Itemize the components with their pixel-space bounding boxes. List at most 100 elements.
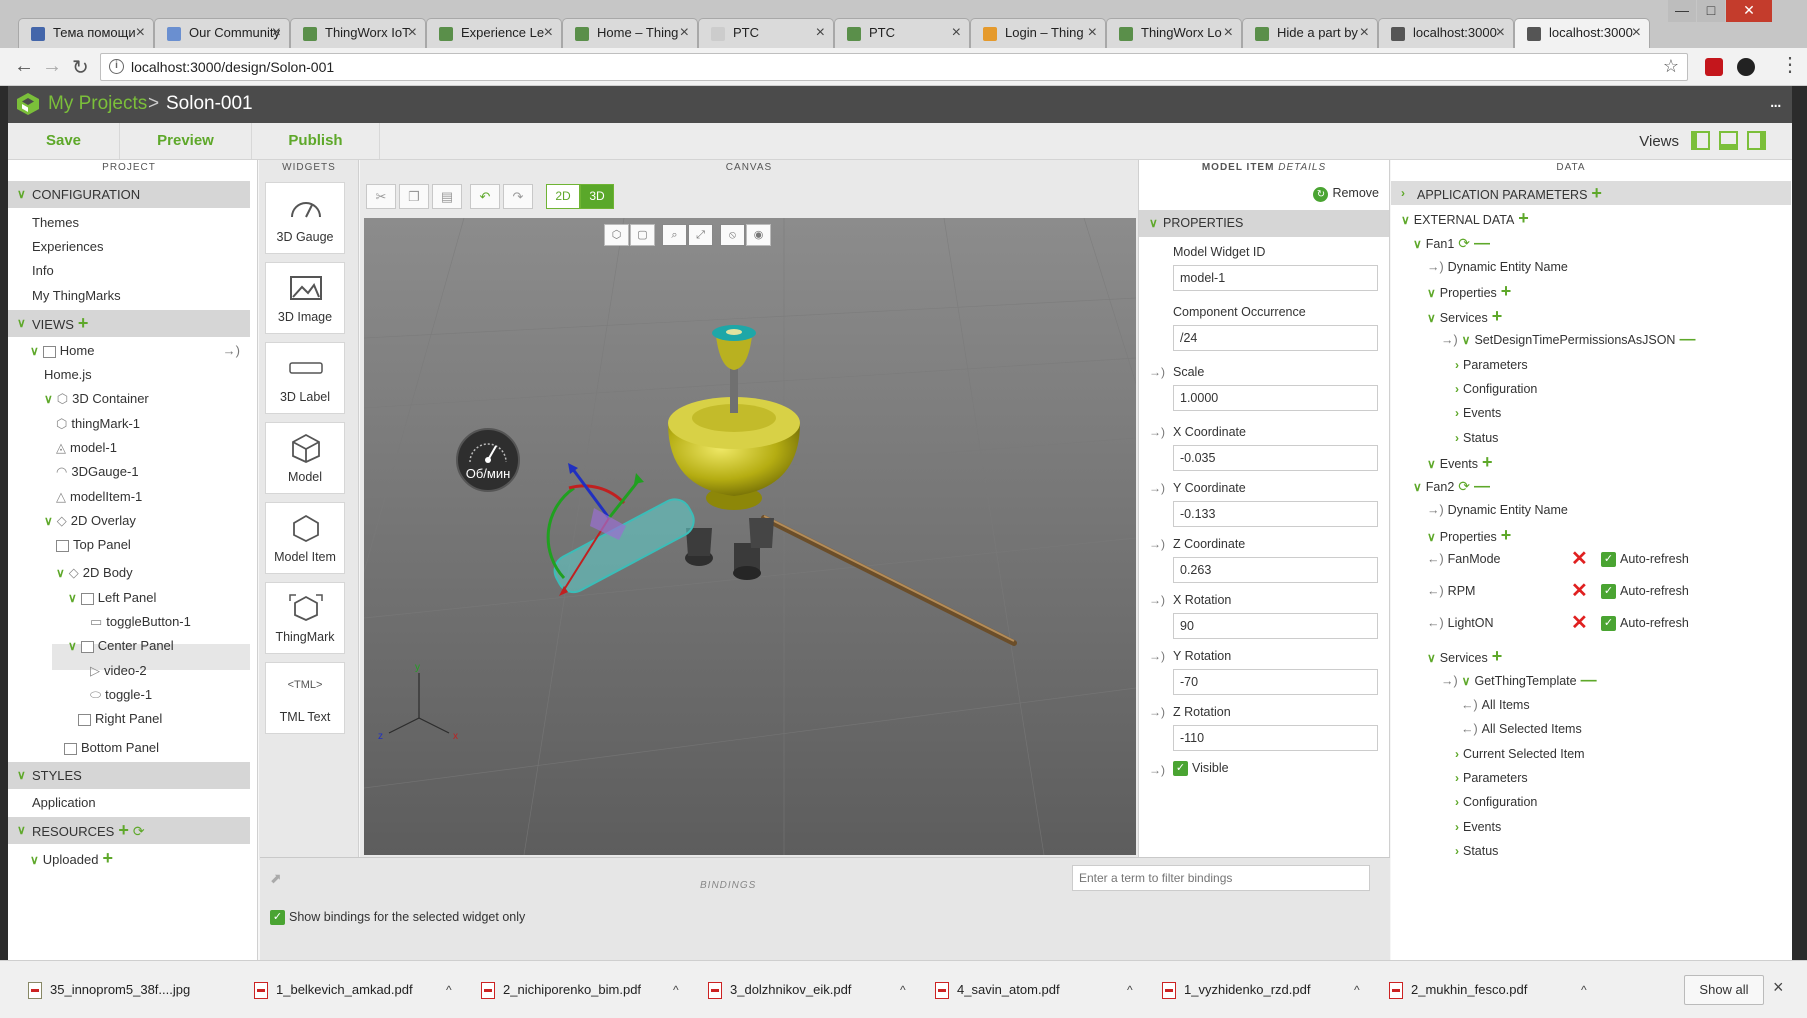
add-service-icon[interactable]: + — [1492, 306, 1503, 326]
tree-item-video-2[interactable]: ▷ video-2 — [90, 661, 147, 681]
profile-extension-icon[interactable] — [1737, 58, 1755, 76]
browser-tab[interactable]: PTC × — [698, 18, 834, 48]
close-download-bar-icon[interactable]: × — [1773, 977, 1784, 998]
browser-tab[interactable]: ThingWorx Lo × — [1106, 18, 1242, 48]
service-parameters[interactable]: › Parameters — [1455, 355, 1528, 375]
view-right-panel-icon[interactable] — [1747, 131, 1766, 150]
paste-icon[interactable]: ▤ — [432, 184, 462, 209]
add-property-icon[interactable]: + — [1501, 525, 1512, 545]
bind-arrow-icon[interactable]: →) — [1149, 537, 1165, 551]
delete-property-icon[interactable]: ✕ — [1571, 549, 1588, 569]
minimize-button[interactable]: — — [1668, 0, 1696, 22]
fan1-dynamic-entity-name[interactable]: →) Dynamic Entity Name — [1427, 257, 1568, 277]
chevron-up-icon[interactable]: ^ — [1127, 976, 1133, 1004]
cut-icon[interactable]: ✂ — [366, 184, 396, 209]
tree-item-left-panel[interactable]: ∨ Left Panel — [68, 588, 156, 608]
tree-item-uploaded[interactable]: ∨ Uploaded + — [30, 848, 113, 868]
download-item[interactable]: 2_mukhin_fesco.pdf ^ — [1389, 976, 1599, 1004]
bind-arrow-icon[interactable]: →) — [1149, 481, 1165, 495]
fan1-properties[interactable]: ∨ Properties + — [1427, 281, 1511, 301]
show-all-downloads-button[interactable]: Show all — [1684, 975, 1764, 1005]
bookmark-star-icon[interactable]: ☆ — [1663, 56, 1679, 77]
add-parameter-icon[interactable]: + — [1591, 183, 1602, 203]
browser-tab[interactable]: Home – Thing × — [562, 18, 698, 48]
chevron-up-icon[interactable]: ^ — [1354, 976, 1360, 1004]
tree-item-experiences[interactable]: Experiences — [32, 237, 104, 257]
auto-refresh-checkbox[interactable]: ✓ Auto-refresh — [1601, 550, 1689, 568]
zoom-extents-icon[interactable]: ⌕ — [662, 224, 687, 246]
service-configuration[interactable]: › Configuration — [1455, 379, 1537, 399]
expand-bindings-icon[interactable]: ⬈ — [270, 870, 282, 887]
zoom-selected-icon[interactable]: ⤢ — [688, 224, 713, 246]
more-menu-icon[interactable]: ... — [1769, 90, 1782, 113]
download-item[interactable]: 3_dolzhnikov_eik.pdf ^ — [708, 976, 918, 1004]
views-section[interactable]: ∨ VIEWS + — [8, 310, 250, 337]
service-status[interactable]: › Status — [1455, 841, 1498, 861]
tree-item-info[interactable]: Info — [32, 261, 54, 281]
refresh-icon[interactable]: ⟳ — [133, 823, 145, 839]
properties-section[interactable]: ∨ PROPERTIES — [1139, 210, 1389, 237]
remove-icon[interactable]: — — [1474, 235, 1490, 252]
bind-arrow-icon[interactable]: →) — [1149, 649, 1165, 663]
service-current-selected-item[interactable]: › Current Selected Item — [1455, 744, 1585, 764]
add-view-icon[interactable]: + — [78, 313, 89, 333]
tree-item-right-panel[interactable]: Right Panel — [78, 709, 162, 729]
tab-close-icon[interactable]: × — [1632, 19, 1641, 47]
browser-tab[interactable]: Our Community × — [154, 18, 290, 48]
tree-item-top-panel[interactable]: Top Panel — [56, 535, 131, 555]
service-parameters[interactable]: › Parameters — [1455, 768, 1528, 788]
property-rpm[interactable]: ←) RPM — [1427, 581, 1475, 601]
download-item[interactable]: 1_vyzhidenko_rzd.pdf ^ — [1162, 976, 1372, 1004]
property-fanmode[interactable]: ←) FanMode — [1427, 549, 1500, 569]
add-event-icon[interactable]: + — [1482, 452, 1493, 472]
widget-tml-text[interactable]: <TML> TML Text — [265, 662, 345, 734]
view-fit-icon[interactable]: ▢ — [630, 224, 655, 246]
back-icon[interactable]: ← — [14, 55, 34, 78]
service-getthingtemplate[interactable]: →) ∨ GetThingTemplate — — [1441, 671, 1597, 691]
copy-icon[interactable]: ❐ — [399, 184, 429, 209]
breadcrumb-my-projects[interactable]: My Projects — [48, 93, 147, 115]
bind-arrow-icon[interactable]: →) — [1149, 593, 1165, 607]
browser-tab[interactable]: ThingWorx IoT × — [290, 18, 426, 48]
auto-refresh-checkbox[interactable]: ✓ Auto-refresh — [1601, 582, 1689, 600]
bind-arrow-icon[interactable]: →) — [1149, 763, 1165, 777]
delete-property-icon[interactable]: ✕ — [1571, 581, 1588, 601]
forward-icon[interactable]: → — [42, 55, 62, 78]
selected-only-checkbox[interactable]: ✓ Show bindings for the selected widget o… — [270, 910, 525, 926]
visible-checkbox[interactable]: ✓ Visible — [1173, 761, 1229, 777]
x-rotation-input[interactable]: 90 — [1173, 613, 1378, 639]
add-property-icon[interactable]: + — [1501, 281, 1512, 301]
add-resource-icon[interactable]: + — [118, 820, 129, 840]
z-rotation-input[interactable]: -110 — [1173, 725, 1378, 751]
bind-arrow-icon[interactable]: →) — [223, 341, 240, 361]
widget-3d-label[interactable]: 3D Label — [265, 342, 345, 414]
service-all-selected-items[interactable]: ←) All Selected Items — [1461, 719, 1582, 739]
scale-input[interactable]: 1.0000 — [1173, 385, 1378, 411]
service-setdesigntimepermissions[interactable]: →) ∨ SetDesignTimePermissionsAsJSON — — [1441, 330, 1695, 350]
fan2-properties[interactable]: ∨ Properties + — [1427, 525, 1511, 545]
browser-tab[interactable]: localhost:3000 × — [1514, 18, 1650, 48]
delete-property-icon[interactable]: ✕ — [1571, 613, 1588, 633]
remove-button[interactable]: ↻ Remove — [1313, 186, 1379, 202]
remove-icon[interactable]: — — [1679, 331, 1695, 348]
reload-icon[interactable]: ↻ — [72, 55, 89, 80]
configuration-section[interactable]: ∨ CONFIGURATION — [8, 181, 250, 208]
3d-canvas[interactable]: y x z ⬡ ▢ ⌕ ⤢ ⦸ ◉ Об/мин — [364, 218, 1136, 855]
tab-close-icon[interactable]: × — [1360, 19, 1369, 47]
browser-menu-icon[interactable]: ⋮ — [1780, 52, 1800, 77]
remove-icon[interactable]: — — [1581, 672, 1597, 689]
view-left-panel-icon[interactable] — [1691, 131, 1710, 150]
maximize-button[interactable]: □ — [1697, 0, 1725, 22]
chevron-up-icon[interactable]: ^ — [446, 976, 452, 1004]
tree-item-home-js[interactable]: Home.js — [44, 365, 92, 385]
browser-tab[interactable]: localhost:3000 × — [1378, 18, 1514, 48]
model-widget-id-input[interactable]: model-1 — [1173, 265, 1378, 291]
view-cube-icon[interactable]: ⬡ — [604, 224, 629, 246]
tree-item-home[interactable]: ∨ Home →) — [30, 341, 250, 361]
property-lighton[interactable]: ←) LightON — [1427, 613, 1494, 633]
application-parameters-section[interactable]: › APPLICATION PARAMETERS + — [1391, 181, 1791, 205]
save-button[interactable]: Save — [8, 123, 120, 159]
tree-item-modelitem-1[interactable]: △ modelItem-1 — [56, 487, 142, 507]
refresh-icon[interactable]: ⟳ — [1458, 478, 1470, 494]
fan2-services[interactable]: ∨ Services + — [1427, 646, 1502, 666]
